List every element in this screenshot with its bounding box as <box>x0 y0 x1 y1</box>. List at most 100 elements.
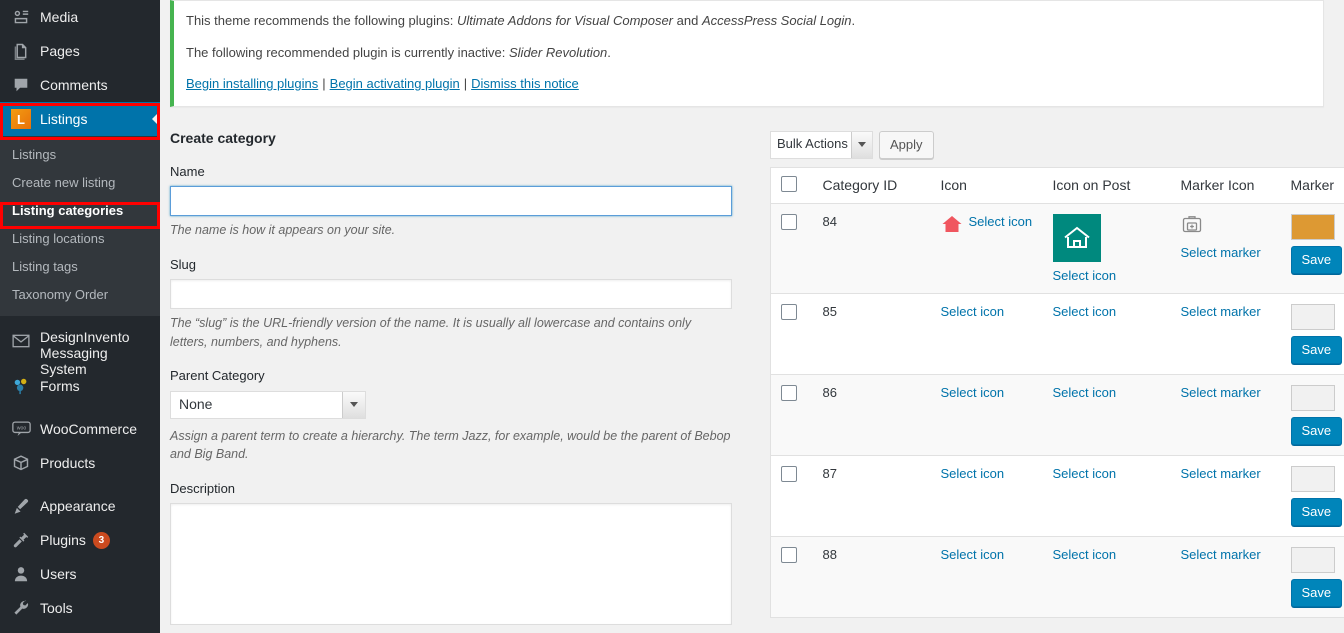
plugins-update-badge: 3 <box>92 531 110 549</box>
parent-category-select[interactable]: None <box>170 390 366 419</box>
select-icon-link[interactable]: Select icon <box>941 385 1005 400</box>
row-checkbox[interactable] <box>781 384 797 401</box>
menu-separator <box>0 316 160 325</box>
media-icon <box>11 7 31 27</box>
select-icon-link[interactable]: Select icon <box>941 304 1005 319</box>
marker-color-swatch[interactable] <box>1290 213 1335 240</box>
column-header-marker-icon[interactable]: Marker Icon <box>1170 167 1281 204</box>
sidebar-subitem-listing-tags[interactable]: Listing tags <box>0 253 160 281</box>
dismiss-notice-link[interactable]: Dismiss this notice <box>471 76 579 91</box>
sidebar-subitem-taxonomy-order[interactable]: Taxonomy Order <box>0 281 160 309</box>
woocommerce-icon: woo <box>11 419 31 439</box>
sidebar-item-label: Listings <box>40 111 88 127</box>
cell-marker-color: Save <box>1280 374 1344 456</box>
name-input[interactable] <box>170 185 732 216</box>
column-header-category-id[interactable]: Category ID <box>812 167 931 204</box>
cell-icon-on-post: Select icon <box>1042 374 1171 456</box>
save-button[interactable]: Save <box>1290 497 1343 526</box>
table-row: 86 Select icon Select icon Select marker… <box>770 374 1344 456</box>
notice-line-1: This theme recommends the following plug… <box>186 11 1311 31</box>
sidebar-item-listings[interactable]: L Listings <box>0 102 160 136</box>
cell-category-id: 87 <box>812 455 931 537</box>
row-checkbox[interactable] <box>781 465 797 482</box>
column-header-marker[interactable]: Marker <box>1280 167 1344 204</box>
column-header-icon[interactable]: Icon <box>930 167 1043 204</box>
sidebar-item-pages[interactable]: Pages <box>0 34 160 68</box>
cell-icon: Select icon <box>930 293 1043 375</box>
bulk-actions-value: Bulk Actions <box>777 135 848 151</box>
select-marker-link[interactable]: Select marker <box>1181 245 1261 260</box>
select-all-checkbox[interactable] <box>781 175 797 192</box>
cell-icon: Select icon <box>930 203 1043 294</box>
select-icon-link[interactable]: Select icon <box>1053 304 1117 319</box>
save-button[interactable]: Save <box>1290 578 1343 607</box>
notice-line-2: The following recommended plugin is curr… <box>186 43 1311 63</box>
marker-color-swatch[interactable] <box>1290 384 1335 411</box>
notice-period: . <box>607 44 611 60</box>
row-checkbox[interactable] <box>781 213 797 230</box>
row-checkbox-cell <box>770 374 813 456</box>
pages-icon <box>11 41 31 61</box>
slug-input[interactable] <box>170 278 732 309</box>
plugin-recommendation-notice: This theme recommends the following plug… <box>170 0 1324 107</box>
select-icon-link[interactable]: Select icon <box>941 547 1005 562</box>
select-marker-link[interactable]: Select marker <box>1181 304 1261 319</box>
select-icon-link[interactable]: Select icon <box>1053 385 1117 400</box>
marker-color-swatch[interactable] <box>1290 465 1335 492</box>
sidebar-item-products[interactable]: Products <box>0 446 160 480</box>
cell-marker-icon: Select marker <box>1170 203 1281 294</box>
save-button[interactable]: Save <box>1290 335 1343 364</box>
select-marker-link[interactable]: Select marker <box>1181 466 1261 481</box>
marker-color-swatch[interactable] <box>1290 546 1335 573</box>
bulk-actions-select[interactable]: Bulk Actions <box>770 130 873 159</box>
row-checkbox-cell <box>770 203 813 294</box>
row-checkbox[interactable] <box>781 546 797 563</box>
sidebar-item-designinvento-messaging-system[interactable]: DesignInvento Messaging System <box>0 325 160 377</box>
main-content: This theme recommends the following plug… <box>160 0 1344 633</box>
sidebar-item-woocommerce[interactable]: woo WooCommerce <box>0 412 160 446</box>
select-icon-link[interactable]: Select icon <box>1053 466 1117 481</box>
cell-category-id: 84 <box>812 203 931 294</box>
notice-text: The following recommended plugin is curr… <box>186 44 509 60</box>
select-icon-link[interactable]: Select icon <box>969 214 1033 229</box>
marker-color-swatch[interactable] <box>1290 303 1335 330</box>
sidebar-item-users[interactable]: Users <box>0 557 160 591</box>
cell-icon-on-post: Select icon <box>1042 293 1171 375</box>
sidebar-subitem-listing-locations[interactable]: Listing locations <box>0 225 160 253</box>
save-button[interactable]: Save <box>1290 416 1343 445</box>
sidebar-subitem-create-new-listing[interactable]: Create new listing <box>0 169 160 197</box>
sidebar-subitem-listing-categories[interactable]: Listing categories <box>0 197 160 225</box>
sidebar-item-media[interactable]: Media <box>0 0 160 34</box>
categories-list-panel: Bulk Actions Apply Category ID Icon Icon… <box>760 129 1344 633</box>
begin-activating-plugin-link[interactable]: Begin activating plugin <box>330 76 460 91</box>
select-icon-link[interactable]: Select icon <box>1053 547 1117 562</box>
column-header-icon-on-post[interactable]: Icon on Post <box>1042 167 1171 204</box>
admin-sidebar: Media Pages Comments L Listings Listings… <box>0 0 160 633</box>
select-icon-link[interactable]: Select icon <box>1053 268 1117 283</box>
cell-marker-icon: Select marker <box>1170 293 1281 375</box>
select-marker-link[interactable]: Select marker <box>1181 385 1261 400</box>
cell-marker-icon: Select marker <box>1170 455 1281 537</box>
sidebar-subitem-listings[interactable]: Listings <box>0 141 160 169</box>
apply-button[interactable]: Apply <box>879 130 934 159</box>
select-icon-link[interactable]: Select icon <box>941 466 1005 481</box>
sidebar-item-tools[interactable]: Tools <box>0 591 160 625</box>
save-button[interactable]: Save <box>1290 245 1343 274</box>
cell-icon: Select icon <box>930 536 1043 618</box>
sidebar-item-label: Forms <box>40 378 80 394</box>
medical-kit-icon <box>1181 214 1203 239</box>
sidebar-item-forms[interactable]: Forms <box>0 369 160 403</box>
sidebar-item-plugins[interactable]: Plugins 3 <box>0 523 160 557</box>
sidebar-item-appearance[interactable]: Appearance <box>0 489 160 523</box>
begin-installing-plugins-link[interactable]: Begin installing plugins <box>186 76 318 91</box>
row-checkbox[interactable] <box>781 303 797 320</box>
sidebar-item-comments[interactable]: Comments <box>0 68 160 102</box>
row-checkbox-cell <box>770 455 813 537</box>
select-marker-link[interactable]: Select marker <box>1181 547 1261 562</box>
sidebar-item-label: WooCommerce <box>40 421 137 437</box>
slug-help-text: The “slug” is the URL-friendly version o… <box>170 315 692 349</box>
sidebar-item-label: Appearance <box>40 498 116 514</box>
description-textarea[interactable] <box>170 503 732 626</box>
cell-category-id: 88 <box>812 536 931 618</box>
sidebar-item-label: Pages <box>40 43 80 59</box>
